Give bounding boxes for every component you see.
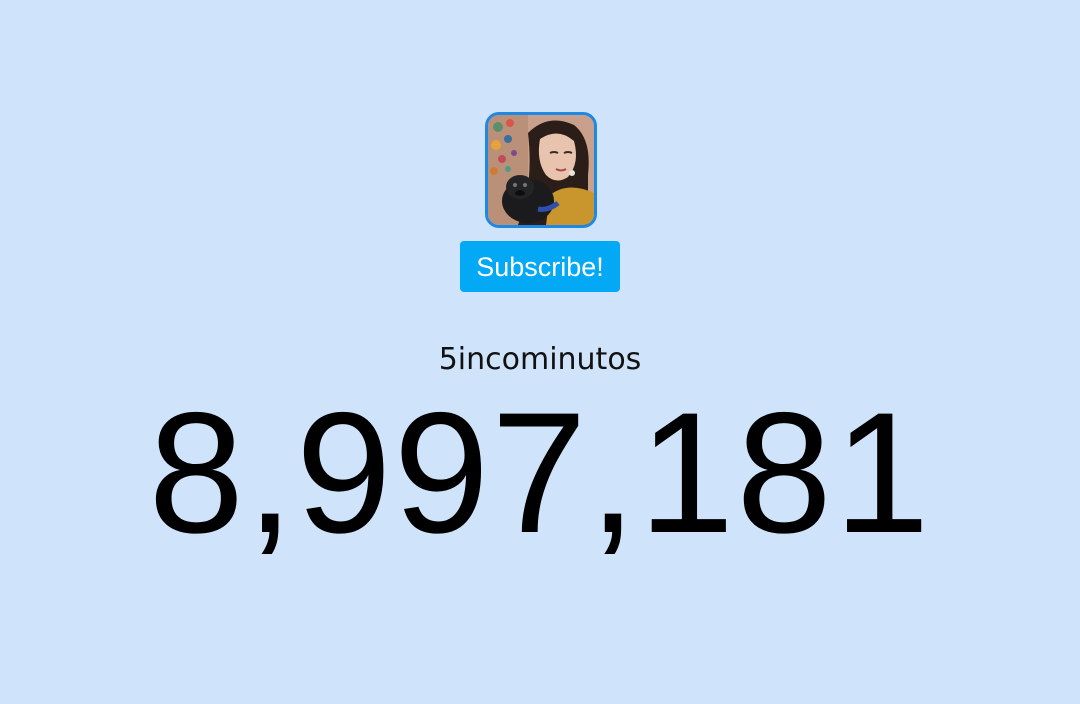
channel-name: 5incominutos [438, 342, 642, 377]
subscriber-counter-page: Subscribe! 5incominutos 8,997,181 [0, 0, 1080, 704]
subscriber-count: 8,997,181 [148, 377, 932, 569]
avatar-photo-icon [488, 115, 594, 225]
channel-avatar[interactable] [485, 112, 597, 228]
subscribe-button[interactable]: Subscribe! [460, 241, 620, 292]
